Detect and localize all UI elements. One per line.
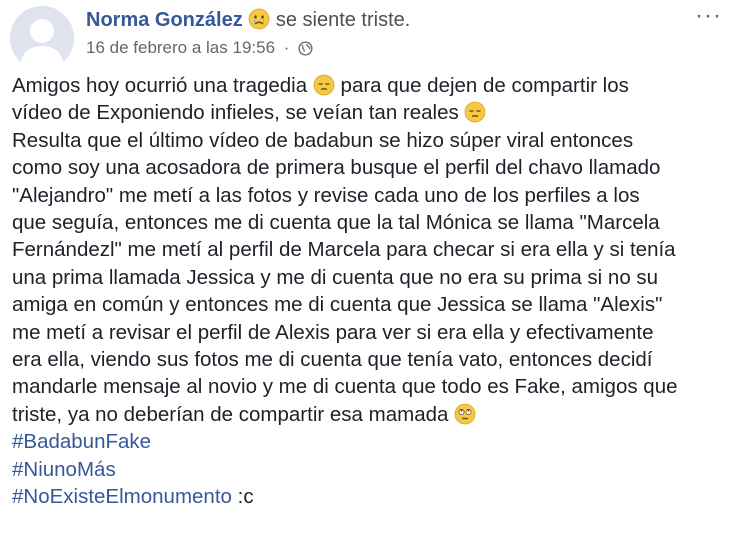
text-line: una prima llamada Jessica y me di cuenta…: [12, 265, 659, 289]
text-line: "Alejandro" me metí a las fotos y revise…: [12, 183, 640, 207]
text-line: amiga en común y entonces me di cuenta q…: [12, 293, 663, 317]
profile-avatar[interactable]: [10, 6, 74, 70]
hashtag-line: #NiunoMás: [12, 456, 728, 483]
author-name[interactable]: Norma González: [86, 9, 243, 31]
meta-separator: ·: [283, 38, 290, 57]
feeling-label: se siente triste.: [275, 9, 411, 31]
hashtag-line: #BadabunFake: [12, 428, 728, 455]
text-line: era ella, viendo sus fotos me di cuenta …: [12, 348, 653, 372]
pensive-face-emoji-icon: [464, 101, 486, 123]
pensive-face-emoji-icon: [313, 74, 335, 96]
rolling-eyes-emoji-icon: [454, 403, 476, 425]
text-line: Resulta que el último vídeo de badabun s…: [12, 128, 634, 152]
crying-face-emoji-icon: [248, 8, 270, 30]
post-body: Amigos hoy ocurrió una tragedia para que…: [12, 72, 728, 511]
text-line: Amigos hoy ocurrió una tragedia para que…: [12, 74, 629, 97]
default-profile-icon: [10, 6, 74, 70]
hashtag-link[interactable]: #NoExisteElmonumento: [12, 485, 232, 508]
more-options-icon[interactable]: ···: [695, 2, 722, 30]
text-line: vídeo de Exponiendo infieles, se veían t…: [12, 99, 728, 126]
facebook-post: Norma González se siente triste. 16 de f…: [0, 0, 738, 534]
text-line: triste, ya no deberían de compartir esa …: [12, 401, 728, 428]
text-line: que seguía, entonces me di cuenta que la…: [12, 211, 660, 235]
text-line: Fernándezl" me metí al perfil de Marcela…: [12, 238, 676, 262]
hashtag-line: #NoExisteElmonumento :c: [12, 483, 728, 510]
hashtag-link[interactable]: #NiunoMás: [12, 458, 116, 481]
post-meta: 16 de febrero a las 19:56 ·: [86, 38, 313, 61]
globe-icon[interactable]: [298, 41, 313, 61]
text-line: como soy una acosadora de primera busque…: [12, 156, 661, 180]
hashtag-link[interactable]: #BadabunFake: [12, 430, 151, 453]
post-timestamp[interactable]: 16 de febrero a las 19:56: [86, 38, 275, 57]
text-line: mandarle mensaje al novio y me di cuenta…: [12, 375, 678, 399]
trailing-text: :c: [237, 485, 254, 509]
post-header: Norma González se siente triste.: [86, 8, 410, 32]
text-line: me metí a revisar el perfil de Alexis pa…: [12, 320, 654, 344]
